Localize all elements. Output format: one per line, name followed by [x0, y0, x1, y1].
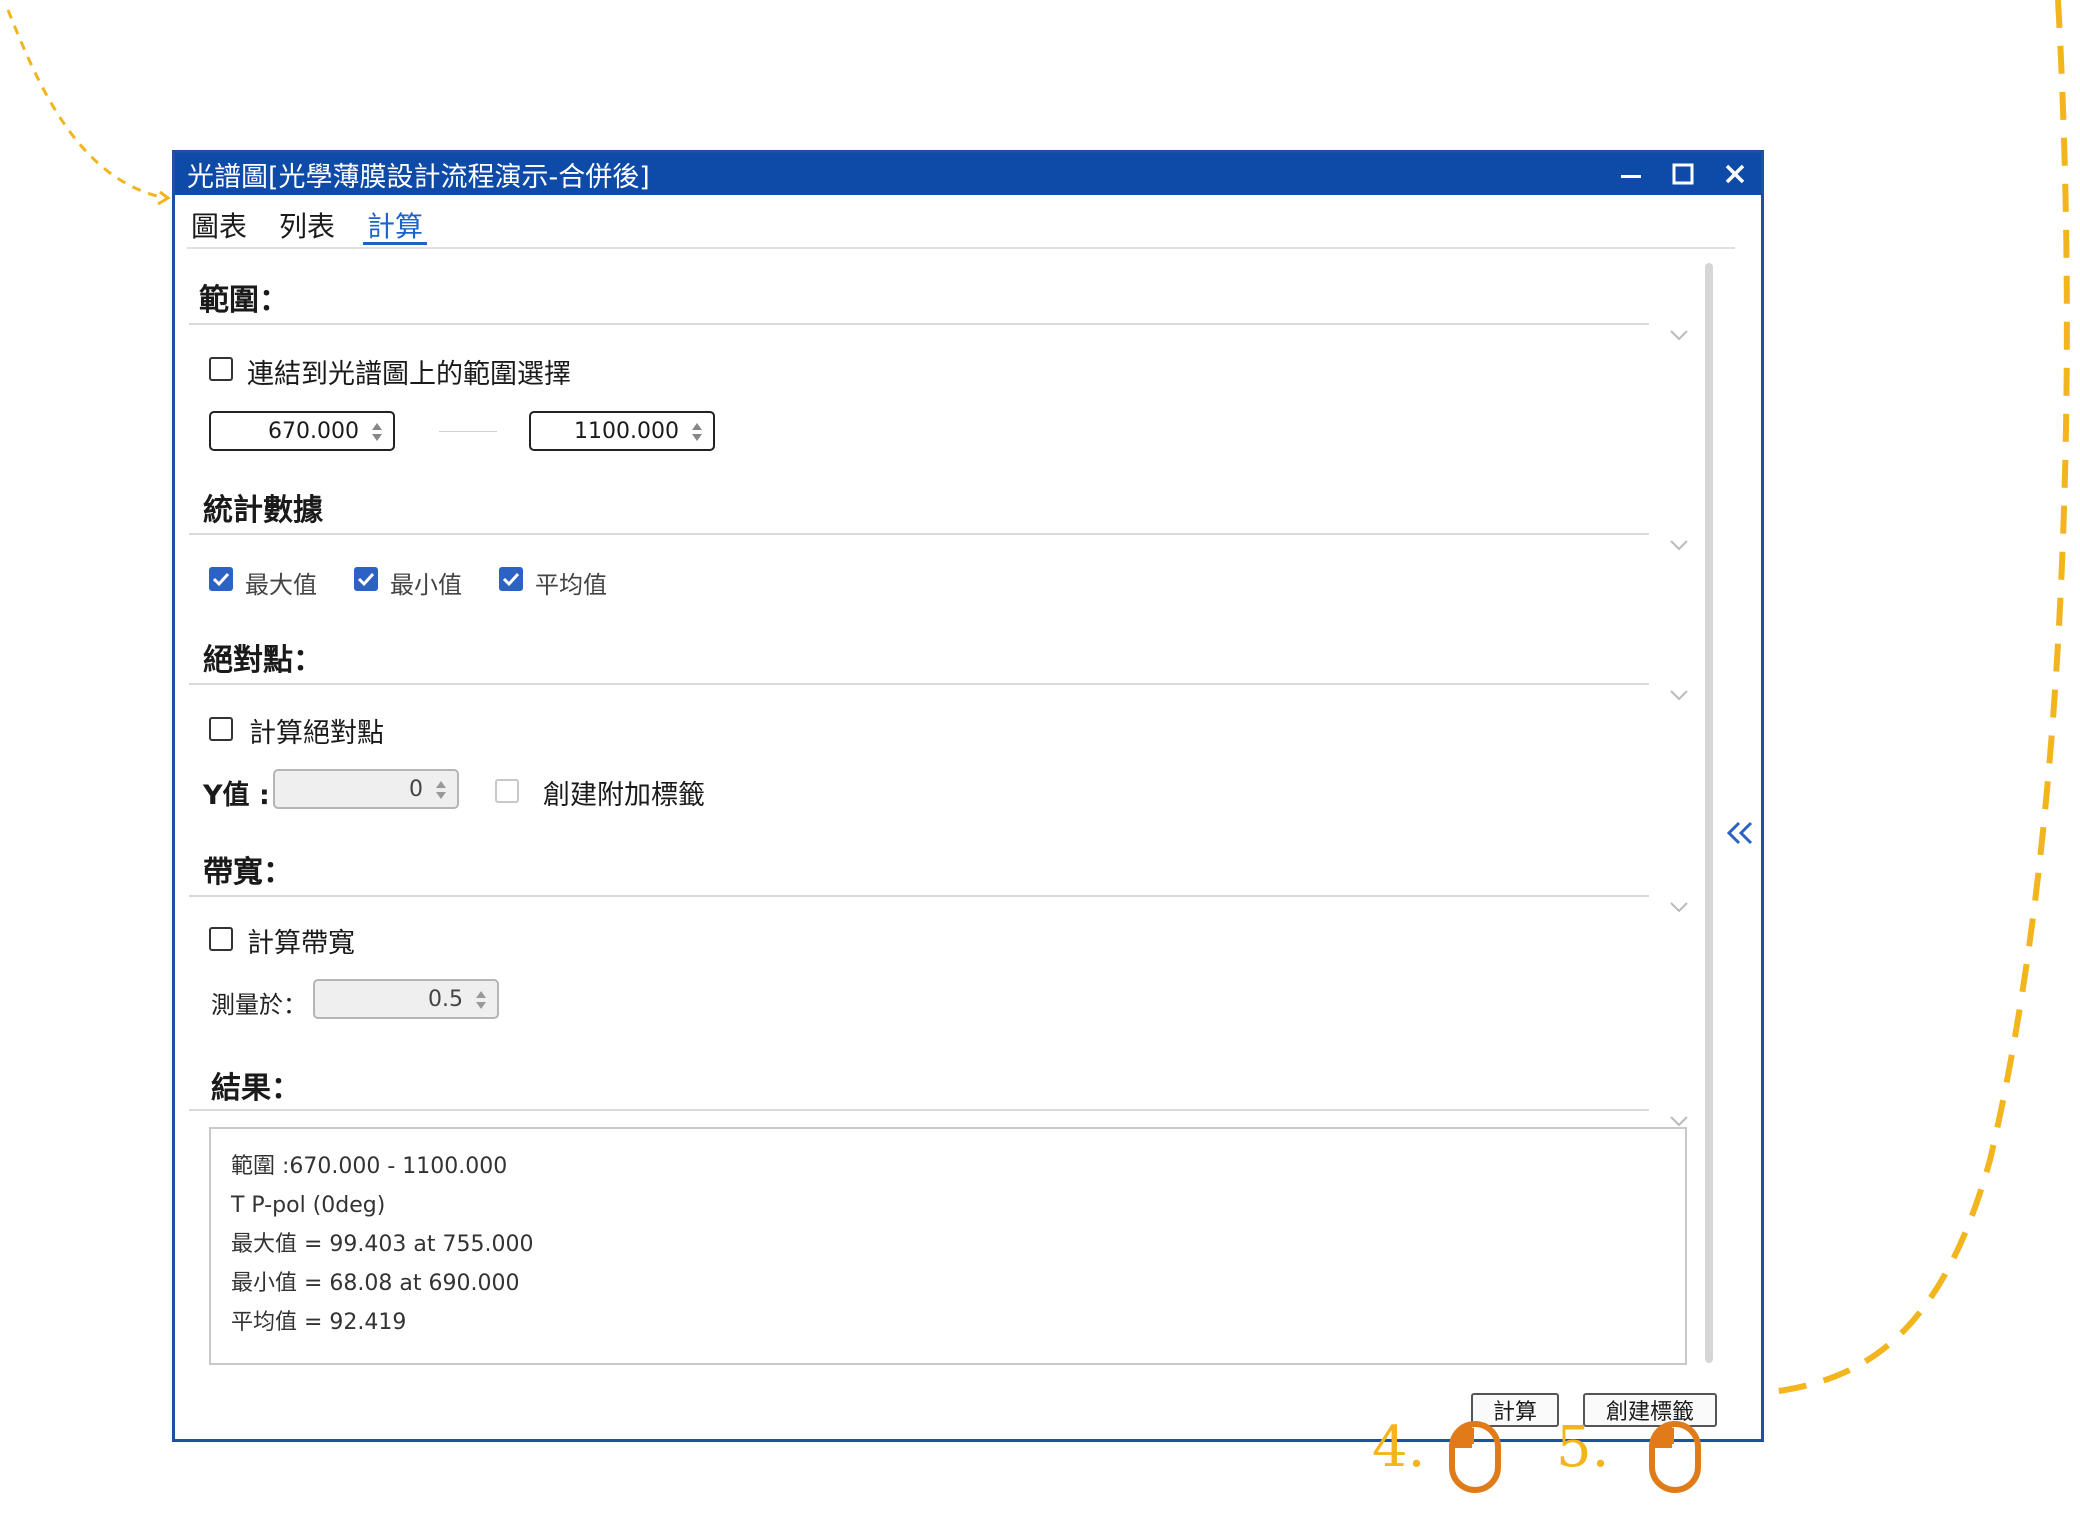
menu-calculate[interactable]: 計算	[363, 199, 428, 245]
min-value-label: 最小值	[390, 571, 462, 599]
link-range-checkbox[interactable]	[209, 357, 233, 381]
close-button[interactable]	[1709, 153, 1761, 195]
result-line: 範圍 :670.000 - 1100.000	[231, 1154, 508, 1179]
range-start-value: 670.000	[268, 418, 359, 444]
minimize-button[interactable]	[1605, 153, 1657, 195]
result-line: 最小值 = 68.08 at 690.000	[231, 1271, 520, 1296]
chevron-down-icon[interactable]	[1669, 329, 1689, 341]
menu-divider	[187, 247, 1735, 249]
spin-arrows-icon[interactable]	[369, 419, 385, 445]
result-line: 平均值 = 92.419	[231, 1310, 407, 1335]
maximize-icon	[1672, 163, 1694, 185]
create-extra-label-checkbox[interactable]	[495, 779, 519, 803]
menu-list[interactable]: 列表	[275, 199, 339, 245]
collapse-panel-button[interactable]	[1723, 813, 1759, 853]
range-heading: 範圍：	[199, 283, 289, 318]
range-separator	[439, 431, 497, 432]
chevron-down-icon[interactable]	[1669, 539, 1689, 551]
calc-absolute-point-label: 計算絕對點	[249, 718, 384, 749]
step-4-annotation: 4.	[1372, 1415, 1426, 1480]
measure-at-input[interactable]: 0.5	[313, 979, 499, 1019]
menu-chart[interactable]: 圖表	[187, 199, 251, 245]
measure-at-value: 0.5	[428, 986, 463, 1012]
min-value-checkbox[interactable]	[354, 567, 378, 591]
y-value-input[interactable]: 0	[273, 769, 459, 809]
create-extra-label-text: 創建附加標籤	[543, 780, 705, 811]
link-range-label: 連結到光譜圖上的範圍選擇	[247, 359, 571, 390]
range-divider	[189, 323, 1649, 325]
title-bar: 光譜圖[光學薄膜設計流程演示-合併後]	[175, 153, 1761, 195]
window-title: 光譜圖[光學薄膜設計流程演示-合併後]	[187, 161, 650, 193]
absolute-point-divider	[189, 683, 1649, 685]
mouse-click-icon	[1649, 1421, 1701, 1493]
calc-bandwidth-label: 計算帶寬	[247, 928, 355, 959]
max-value-label: 最大值	[245, 571, 317, 599]
chevron-down-icon[interactable]	[1669, 689, 1689, 701]
spin-arrows-icon[interactable]	[433, 777, 449, 803]
maximize-button[interactable]	[1657, 153, 1709, 195]
calc-bandwidth-checkbox[interactable]	[209, 927, 233, 951]
step-5-annotation: 5.	[1556, 1415, 1610, 1480]
spin-arrows-icon[interactable]	[689, 419, 705, 445]
y-value-text: 0	[409, 776, 423, 802]
minimize-icon	[1621, 175, 1641, 178]
absolute-point-heading: 絕對點：	[203, 643, 323, 678]
max-value-checkbox[interactable]	[209, 567, 233, 591]
stats-heading: 統計數據	[203, 493, 323, 528]
mouse-click-icon	[1449, 1421, 1501, 1493]
range-end-input[interactable]: 1100.000	[529, 411, 715, 451]
range-end-value: 1100.000	[574, 418, 679, 444]
bandwidth-divider	[189, 895, 1649, 897]
menu-bar: 圖表 列表 計算	[187, 199, 428, 245]
results-box[interactable]: 範圍 :670.000 - 1100.000 T P-pol (0deg) 最大…	[209, 1127, 1687, 1365]
spin-arrows-icon[interactable]	[473, 987, 489, 1013]
check-icon	[212, 572, 230, 587]
range-start-input[interactable]: 670.000	[209, 411, 395, 451]
y-value-label: Y值 :	[203, 780, 270, 811]
calc-absolute-point-checkbox[interactable]	[209, 717, 233, 741]
result-line: 最大值 = 99.403 at 755.000	[231, 1232, 534, 1257]
check-icon	[502, 572, 520, 587]
stats-divider	[189, 533, 1649, 535]
chevron-down-icon[interactable]	[1669, 1115, 1689, 1127]
close-icon	[1725, 164, 1745, 184]
results-heading: 結果：	[211, 1071, 301, 1106]
result-line: T P-pol (0deg)	[231, 1193, 386, 1218]
measure-at-label: 測量於：	[211, 991, 307, 1019]
results-divider	[189, 1109, 1649, 1111]
average-value-checkbox[interactable]	[499, 567, 523, 591]
double-chevron-left-icon	[1726, 821, 1753, 845]
spectrum-window: 光譜圖[光學薄膜設計流程演示-合併後] 圖表 列表 計算 範圍： 連結到光譜圖上…	[172, 150, 1764, 1442]
average-value-label: 平均值	[535, 571, 607, 599]
chevron-down-icon[interactable]	[1669, 901, 1689, 913]
calculation-panel: 範圍： 連結到光譜圖上的範圍選擇 670.000 1100.000 統計數據 最…	[189, 263, 1717, 1427]
bandwidth-heading: 帶寬：	[203, 855, 293, 890]
check-icon	[357, 572, 375, 587]
